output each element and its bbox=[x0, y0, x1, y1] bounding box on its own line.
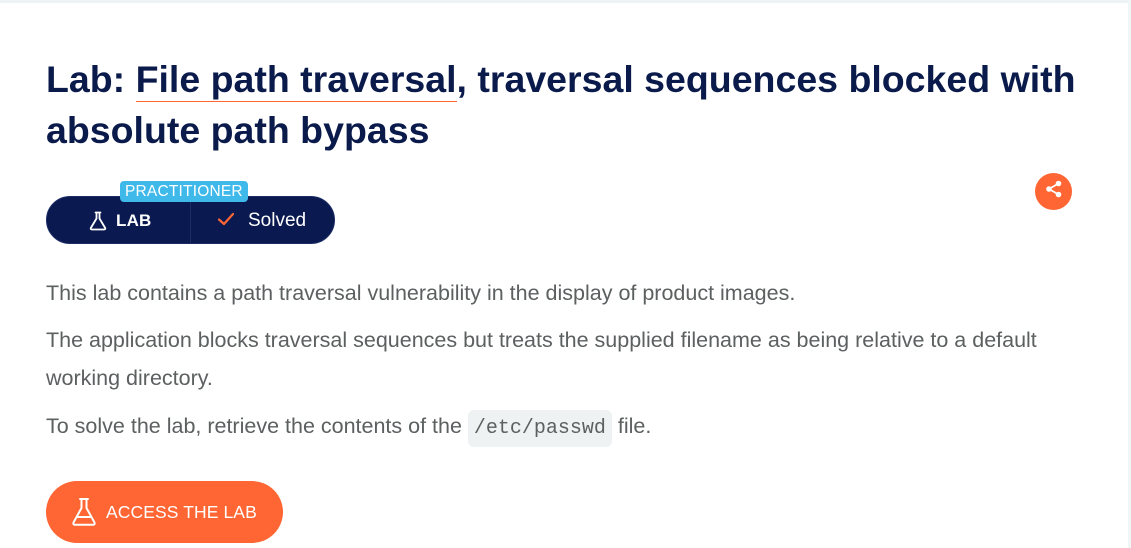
share-button[interactable] bbox=[1035, 173, 1072, 210]
pill-divider bbox=[190, 197, 191, 243]
share-icon bbox=[1044, 179, 1064, 204]
objective-text-after: file. bbox=[611, 414, 652, 438]
difficulty-level-tag: PRACTITIONER bbox=[120, 181, 248, 202]
description-paragraph-1: This lab contains a path traversal vulne… bbox=[46, 281, 796, 305]
solved-status-label: Solved bbox=[248, 210, 307, 231]
title-topic-link[interactable]: File path traversal bbox=[135, 58, 457, 102]
access-lab-button[interactable]: ACCESS THE LAB bbox=[46, 481, 283, 543]
checkmark-icon bbox=[217, 212, 235, 231]
objective-text-before: To solve the lab, retrieve the contents … bbox=[46, 414, 468, 438]
target-file-path: /etc/passwd bbox=[467, 410, 612, 447]
page-title: Lab: File path traversal, traversal sequ… bbox=[46, 54, 1106, 156]
lab-status-pill: LAB Solved bbox=[46, 196, 335, 244]
top-border bbox=[0, 0, 1131, 3]
flask-icon bbox=[89, 211, 107, 231]
title-prefix: Lab: bbox=[46, 58, 136, 100]
lab-label-group: LAB bbox=[89, 209, 152, 233]
lab-status-badge: LAB Solved PRACTITIONER bbox=[46, 181, 336, 245]
lab-label: LAB bbox=[116, 211, 152, 230]
description-paragraph-3: To solve the lab, retrieve the contents … bbox=[46, 407, 1046, 448]
description-paragraph-2: The application blocks traversal sequenc… bbox=[46, 328, 1037, 390]
solved-status-group: Solved bbox=[217, 209, 306, 233]
access-lab-label: ACCESS THE LAB bbox=[106, 501, 257, 522]
flask-icon bbox=[46, 497, 97, 527]
